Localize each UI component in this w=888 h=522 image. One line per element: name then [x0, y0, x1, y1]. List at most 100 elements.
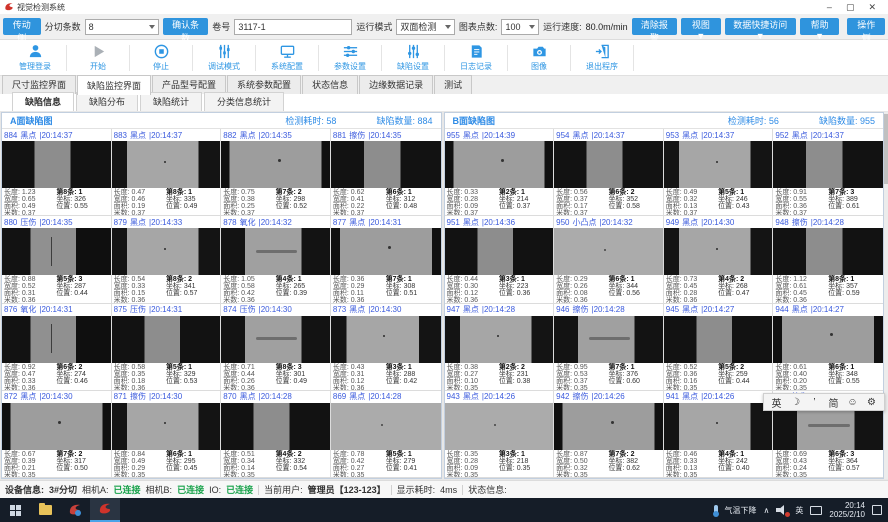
pinned-app-button[interactable]	[60, 498, 90, 522]
clear-alarm-button[interactable]: 清除报警	[632, 18, 677, 35]
roll-input[interactable]	[234, 19, 352, 35]
defect-thumbnail[interactable]	[773, 228, 883, 275]
defect-thumbnail[interactable]	[2, 141, 111, 188]
defect-cell[interactable]: 876 氧化 |20:14:31 长度: 0.92宽度: 0.47面积: 0.3…	[2, 304, 112, 391]
settings-gear-icon[interactable]: ⚙	[863, 397, 880, 408]
defect-thumbnail[interactable]	[445, 403, 554, 450]
defect-cell[interactable]: 953 黑点 |20:14:37 长度: 0.49宽度: 0.32面积: 0.1…	[664, 129, 774, 216]
view-menu-button[interactable]: 视图 ▼	[681, 18, 721, 35]
minimize-icon[interactable]: –	[827, 2, 832, 12]
defect-thumbnail[interactable]	[221, 228, 330, 275]
emoji-icon[interactable]: ☺	[844, 397, 861, 408]
defect-cell[interactable]: 943 黑点 |20:14:26 长度: 0.35宽度: 0.28面积: 0.0…	[445, 391, 555, 478]
punctuation-toggle[interactable]: ’	[806, 397, 823, 408]
start-button[interactable]: 开始	[67, 41, 129, 75]
defect-thumbnail[interactable]	[331, 316, 441, 363]
defect-cell[interactable]: 945 黑点 |20:14:27 长度: 0.52宽度: 0.36面积: 0.1…	[664, 304, 774, 391]
defect-cell[interactable]: 873 黑点 |20:14:30 长度: 0.43宽度: 0.31面积: 0.1…	[331, 304, 441, 391]
defect-cell[interactable]: 882 黑点 |20:14:35 长度: 0.75宽度: 0.38面积: 0.2…	[221, 129, 331, 216]
defect-cell[interactable]: 948 擦伤 |20:14:28 长度: 1.12宽度: 0.61面积: 0.4…	[773, 216, 883, 303]
ime-language-indicator[interactable]: 英	[795, 505, 803, 516]
defect-thumbnail[interactable]	[331, 403, 441, 450]
running-app-button[interactable]	[90, 498, 120, 522]
defect-thumbnail[interactable]	[773, 316, 883, 363]
ime-english-toggle[interactable]: 英	[768, 395, 785, 410]
weather-text[interactable]: 气温下降	[725, 505, 757, 516]
maximize-icon[interactable]: ▢	[846, 2, 855, 12]
defect-cell[interactable]: 951 黑点 |20:14:36 长度: 0.44宽度: 0.30面积: 0.1…	[445, 216, 555, 303]
tab-status-info[interactable]: 状态信息	[302, 75, 358, 94]
tab-edge-data-record[interactable]: 边缘数据记录	[359, 75, 433, 94]
defect-cell[interactable]: 881 擦伤 |20:14:35 长度: 0.62宽度: 0.41面积: 0.2…	[331, 129, 441, 216]
file-explorer-button[interactable]	[30, 498, 60, 522]
chart-points-select[interactable]: 100	[501, 19, 539, 35]
thermometer-icon[interactable]	[714, 505, 718, 516]
defect-thumbnail[interactable]	[2, 228, 111, 275]
defect-cell[interactable]: 879 黑点 |20:14:33 长度: 0.54宽度: 0.33面积: 0.1…	[112, 216, 222, 303]
defect-thumbnail[interactable]	[331, 228, 441, 275]
quick-access-menu-button[interactable]: 数据快捷访问 ▼	[725, 18, 796, 35]
defect-thumbnail[interactable]	[331, 141, 441, 188]
split-count-select[interactable]: 8	[85, 19, 159, 35]
defect-thumbnail[interactable]	[664, 316, 773, 363]
defect-cell[interactable]: 946 擦伤 |20:14:28 长度: 0.95宽度: 0.53面积: 0.3…	[554, 304, 664, 391]
half-width-moon-icon[interactable]: ☽	[787, 397, 804, 408]
start-button[interactable]	[0, 498, 30, 522]
defect-cell[interactable]: 942 擦伤 |20:14:26 长度: 0.87宽度: 0.50面积: 0.3…	[554, 391, 664, 478]
vertical-scrollbar[interactable]	[884, 112, 888, 479]
debug-mode-button[interactable]: 调试模式	[193, 41, 255, 75]
defect-cell[interactable]: 871 擦伤 |20:14:30 长度: 0.84宽度: 0.49面积: 0.2…	[112, 391, 222, 478]
stop-button[interactable]: 停止	[130, 41, 192, 75]
simplified-chinese-toggle[interactable]: 简	[825, 395, 842, 410]
defect-cell[interactable]: 883 黑点 |20:14:37 长度: 0.47宽度: 0.46面积: 0.1…	[112, 129, 222, 216]
defect-cell[interactable]: 878 氧化 |20:14:32 长度: 1.05宽度: 0.58面积: 0.4…	[221, 216, 331, 303]
speaker-icon[interactable]	[776, 505, 788, 515]
defect-cell[interactable]: 950 小凸点 |20:14:32 长度: 0.29宽度: 0.26面积: 0.…	[554, 216, 664, 303]
tab-defect-monitor[interactable]: 缺陷监控界面	[77, 75, 151, 95]
defect-cell[interactable]: 869 黑点 |20:14:28 长度: 0.78宽度: 0.42面积: 0.2…	[331, 391, 441, 478]
defect-thumbnail[interactable]	[554, 403, 663, 450]
exit-program-button[interactable]: 退出程序	[571, 41, 633, 75]
defect-thumbnail[interactable]	[554, 228, 663, 275]
system-config-button[interactable]: 系统配置	[256, 41, 318, 75]
defect-cell[interactable]: 872 黑点 |20:14:30 长度: 0.67宽度: 0.39面积: 0.2…	[2, 391, 112, 478]
defect-thumbnail[interactable]	[221, 141, 330, 188]
tray-expand-chevron[interactable]: ∧	[764, 506, 770, 515]
drive-side-button[interactable]: 传动侧	[3, 18, 41, 35]
defect-cell[interactable]: 884 黑点 |20:14:37 长度: 1.23宽度: 0.65面积: 0.4…	[2, 129, 112, 216]
defect-cell[interactable]: 874 压伤 |20:14:30 长度: 0.71宽度: 0.44面积: 0.2…	[221, 304, 331, 391]
run-mode-select[interactable]: 双面检测	[396, 19, 455, 35]
defect-cell[interactable]: 944 黑点 |20:14:27 长度: 0.61宽度: 0.40面积: 0.2…	[773, 304, 883, 391]
defect-thumbnail[interactable]	[773, 141, 883, 188]
defect-thumbnail[interactable]	[112, 403, 221, 450]
scrollbar-thumb[interactable]	[884, 114, 888, 184]
defect-thumbnail[interactable]	[664, 403, 773, 450]
defect-thumbnail[interactable]	[554, 141, 663, 188]
defect-cell[interactable]: 949 黑点 |20:14:30 长度: 0.73宽度: 0.45面积: 0.2…	[664, 216, 774, 303]
defect-thumbnail[interactable]	[445, 316, 554, 363]
defect-thumbnail[interactable]	[112, 141, 221, 188]
defect-cell[interactable]: 880 压伤 |20:14:35 长度: 0.88宽度: 0.52面积: 0.3…	[2, 216, 112, 303]
defect-cell[interactable]: 954 黑点 |20:14:37 长度: 0.56宽度: 0.37面积: 0.1…	[554, 129, 664, 216]
close-icon[interactable]: ✕	[868, 2, 876, 12]
defect-thumbnail[interactable]	[221, 403, 330, 450]
tab-test[interactable]: 测试	[434, 75, 472, 94]
log-record-button[interactable]: 日志记录	[445, 41, 507, 75]
defect-settings-button[interactable]: 缺陷设置	[382, 41, 444, 75]
operate-side-button[interactable]: 操作侧	[847, 18, 885, 35]
defect-cell[interactable]: 941 黑点 |20:14:26 长度: 0.46宽度: 0.33面积: 0.1…	[664, 391, 774, 478]
defect-thumbnail[interactable]	[2, 403, 111, 450]
subtab-class-info-statistics[interactable]: 分类信息统计	[204, 92, 284, 111]
admin-login-button[interactable]: 管理登录	[4, 41, 66, 75]
subtab-defect-info[interactable]: 缺陷信息	[12, 92, 74, 111]
defect-cell[interactable]: 952 黑点 |20:14:37 长度: 0.91宽度: 0.55面积: 0.3…	[773, 129, 883, 216]
defect-thumbnail[interactable]	[664, 228, 773, 275]
defect-thumbnail[interactable]	[112, 316, 221, 363]
defect-thumbnail[interactable]	[221, 316, 330, 363]
help-menu-button[interactable]: 帮助 ▼	[800, 18, 840, 35]
action-center-icon[interactable]	[872, 505, 882, 515]
confirm-count-button[interactable]: 确认条数	[163, 18, 208, 35]
image-button[interactable]: 图像	[508, 41, 570, 75]
defect-cell[interactable]: 955 黑点 |20:14:39 长度: 0.33宽度: 0.28面积: 0.0…	[445, 129, 555, 216]
defect-thumbnail[interactable]	[112, 228, 221, 275]
